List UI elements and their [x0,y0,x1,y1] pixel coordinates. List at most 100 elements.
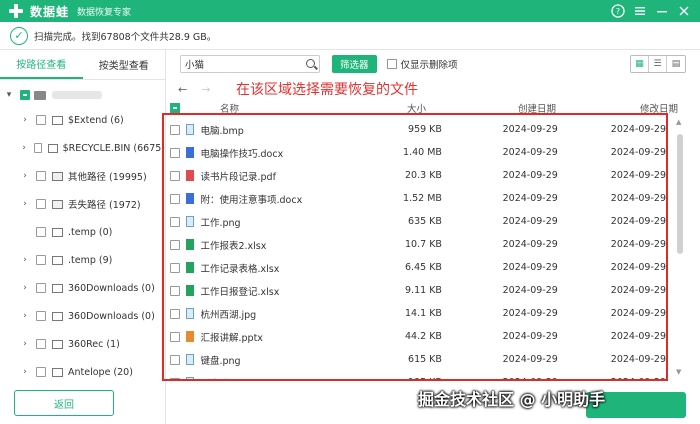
table-row[interactable]: 电脑操作技巧.docx 1.40 MB 2024-09-29 2024-09-29 [166,141,666,164]
select-all-checkbox[interactable] [170,103,180,113]
tree-root-drive[interactable]: ▾ [0,84,165,106]
tree-item[interactable]: › Antelope (20) [0,358,165,386]
chevron-down-icon[interactable]: ▾ [4,90,14,100]
header-created[interactable]: 创建日期 [426,101,556,115]
table-row[interactable]: 工作报表2.xlsx 10.7 KB 2024-09-29 2024-09-29 [166,233,666,256]
tree-checkbox[interactable] [36,367,46,377]
search-input[interactable]: 小猫 [180,55,320,73]
table-row[interactable]: 附：使用注意事项.docx 1.52 MB 2024-09-29 2024-09-29 [166,187,666,210]
tree-checkbox[interactable] [34,143,43,153]
search-icon[interactable] [306,59,315,68]
chevron-right-icon[interactable]: › [20,311,30,321]
table-row[interactable]: 杭州西湖.jpg 14.1 KB 2024-09-29 2024-09-29 [166,302,666,325]
tree-checkbox[interactable] [36,311,46,321]
nav-back-icon[interactable]: ← [178,83,187,96]
table-row[interactable]: 电脑.bmp 959 KB 2024-09-29 2024-09-29 [166,118,666,141]
drive-checkbox[interactable] [20,90,30,100]
tree-item[interactable]: › 360Downloads (0) [0,274,165,302]
tree-item-label: $Extend (6) [68,114,124,126]
row-checkbox[interactable] [170,193,180,204]
view-mode-switch: ▦ ☰ ▤ [630,55,686,73]
tree-checkbox[interactable] [36,339,46,349]
menu-icon[interactable] [630,2,650,20]
file-created: 2024-09-29 [502,239,558,250]
file-name: 工作报表2.xlsx [200,240,267,252]
tree-item[interactable]: .temp (0) [0,218,165,246]
nav-forward-icon[interactable]: → [201,83,210,96]
table-row[interactable]: 键盘.png 615 KB 2024-09-29 2024-09-29 [166,348,666,371]
header-name[interactable]: 名称 [180,101,320,115]
tree-item[interactable]: › $Extend (6) [0,106,165,134]
tab-by-path[interactable]: 按路径查看 [0,50,83,79]
row-checkbox[interactable] [170,285,180,296]
row-checkbox[interactable] [170,170,180,181]
tree-item-label: $RECYCLE.BIN (6675) [62,142,165,154]
tree-item[interactable]: › 360Rec (1) [0,330,165,358]
row-checkbox[interactable] [170,262,180,273]
tree-checkbox[interactable] [36,227,46,237]
scrollbar[interactable]: ▲ ▼ [676,118,684,380]
tree-checkbox[interactable] [36,171,46,181]
svg-text:?: ? [616,7,620,16]
navigation-row: ← → 在该区域选择需要恢复的文件 [166,78,700,100]
chevron-right-icon[interactable]: › [20,367,30,377]
table-header: 名称 大小 创建日期 修改日期 [166,100,700,116]
chevron-right-icon[interactable]: › [20,339,30,349]
tree-checkbox[interactable] [36,199,46,209]
chevron-right-icon[interactable]: › [20,255,30,265]
table-row[interactable]: 看电脑.png195 KB2024-09-292024-09-29 [166,371,666,380]
app-subtitle: 数据恢复专家 [77,7,132,18]
file-size: 9.11 KB [405,285,442,296]
chevron-right-icon[interactable]: › [20,199,30,209]
file-modified: 2024-09-29 [610,262,666,273]
tree-item[interactable]: › 360Downloads (0) [0,302,165,330]
tree-item[interactable]: › $RECYCLE.BIN (6675) [0,134,165,162]
scroll-up-icon[interactable]: ▲ [676,118,681,126]
tree-checkbox[interactable] [36,283,46,293]
table-row[interactable]: 汇报讲解.pptx 44.2 KB 2024-09-29 2024-09-29 [166,325,666,348]
tree-checkbox[interactable] [36,255,46,265]
grid-view-icon[interactable]: ▦ [631,56,649,72]
header-modified[interactable]: 修改日期 [556,101,678,115]
only-deleted-checkbox[interactable] [386,59,397,69]
chevron-right-icon[interactable]: › [20,171,30,181]
file-icon [185,262,195,273]
row-checkbox[interactable] [170,239,180,250]
tree-item[interactable]: › 其他路径 (19995) [0,162,165,190]
row-checkbox[interactable] [170,308,180,319]
tab-by-type[interactable]: 按类型查看 [83,50,166,79]
detail-view-icon[interactable]: ▤ [667,56,685,72]
file-modified: 2024-09-29 [610,193,666,204]
row-checkbox[interactable] [170,147,180,158]
minimize-icon[interactable] [652,2,672,20]
row-checkbox[interactable] [170,377,180,380]
row-checkbox[interactable] [170,354,180,365]
close-icon[interactable] [674,2,694,20]
scroll-thumb[interactable] [677,134,683,254]
chevron-right-icon[interactable]: › [20,115,30,125]
scroll-down-icon[interactable]: ▼ [676,368,681,376]
filter-button[interactable]: 筛选器 [332,55,377,73]
help-icon[interactable]: ? [608,2,628,20]
file-modified: 2024-09-29 [610,308,666,319]
row-checkbox[interactable] [170,331,180,342]
row-checkbox[interactable] [170,124,180,135]
file-size: 14.1 KB [405,308,442,319]
chevron-right-icon[interactable]: › [20,283,30,293]
table-row[interactable]: 读书片段记录.pdf 20.3 KB 2024-09-29 2024-09-29 [166,164,666,187]
table-row[interactable]: 工作日报登记.xlsx 9.11 KB 2024-09-29 2024-09-29 [166,279,666,302]
table-row[interactable]: 工作.png 635 KB 2024-09-29 2024-09-29 [166,210,666,233]
file-icon [185,239,195,250]
table-row[interactable]: 工作记录表格.xlsx 6.45 KB 2024-09-29 2024-09-29 [166,256,666,279]
tree-item[interactable]: › 丢失路径 (1972) [0,190,165,218]
row-checkbox[interactable] [170,216,180,227]
tree-checkbox[interactable] [36,115,46,125]
only-deleted-toggle[interactable]: 仅显示删除项 [386,57,458,71]
main-panel: 小猫 筛选器 仅显示删除项 ▦ ☰ ▤ ← → 在该区域选择需要恢复的文件 名称… [166,50,700,424]
list-view-icon[interactable]: ☰ [649,56,667,72]
file-created: 2024-09-29 [502,124,558,135]
tree-item[interactable]: › .temp (9) [0,246,165,274]
back-button[interactable]: 返回 [14,390,114,416]
chevron-right-icon[interactable]: › [20,143,28,153]
header-size[interactable]: 大小 [320,101,426,115]
